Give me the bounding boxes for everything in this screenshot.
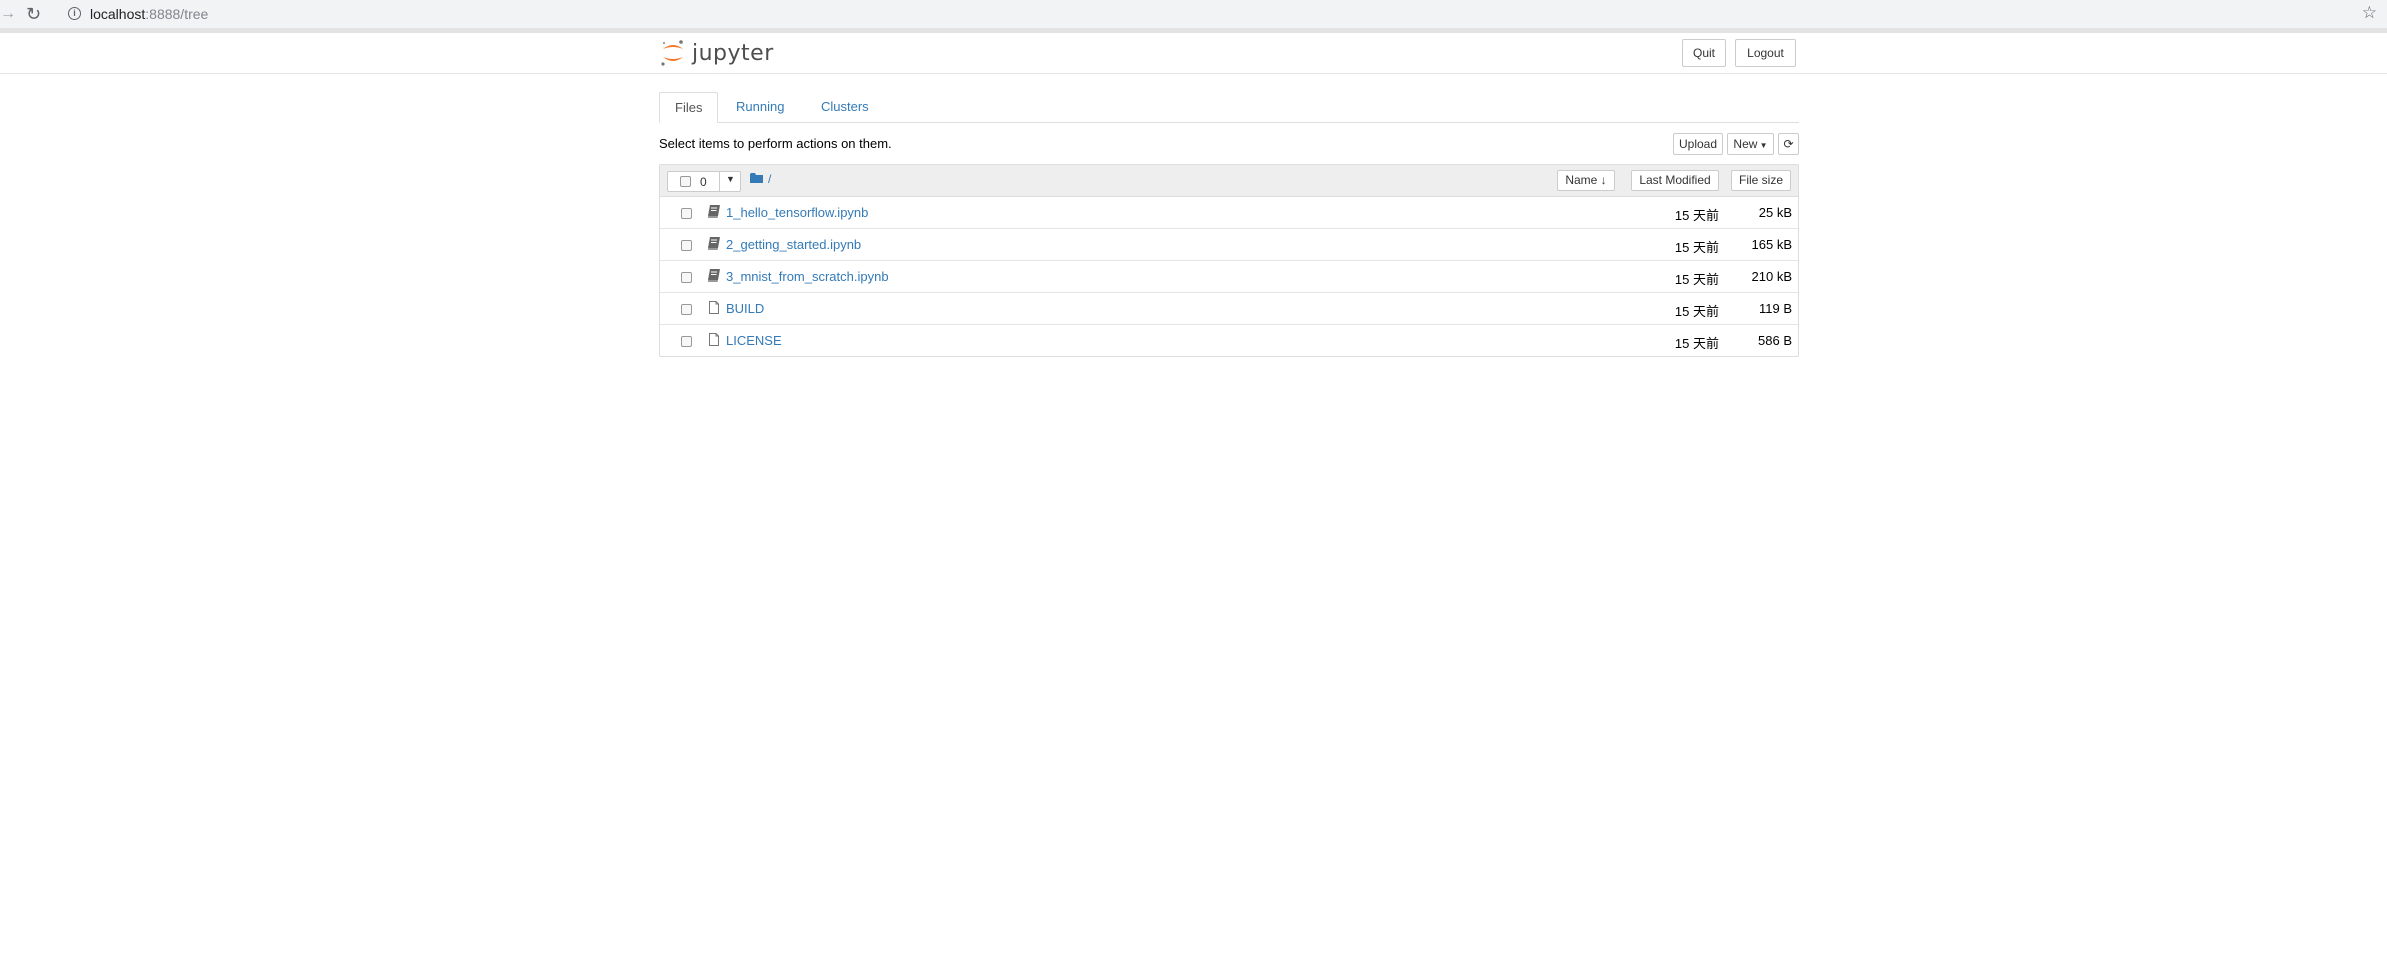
sort-name-label: Name [1565, 173, 1598, 187]
item-size: 165 kB [1751, 237, 1792, 252]
file-list: 0 ▼ / Name ↓ Last Modified File size 1_h… [659, 164, 1799, 357]
refresh-icon: ⟳ [1783, 137, 1794, 151]
tab-bar: Files Running Clusters [659, 92, 1799, 123]
list-item: 2_getting_started.ipynb 15 天前 165 kB [660, 229, 1798, 261]
new-dropdown-button[interactable]: New ▼ [1727, 133, 1774, 155]
browser-toolbar: → ↻ i localhost:8888/tree ☆ [0, 0, 2387, 29]
reload-icon[interactable]: ↻ [26, 3, 46, 25]
item-modified: 15 天前 [1674, 336, 1719, 351]
folder-icon[interactable] [750, 173, 763, 183]
notebook-icon [708, 205, 720, 218]
item-size: 119 B [1758, 301, 1792, 316]
item-size: 586 B [1758, 333, 1792, 348]
tab-running[interactable]: Running [721, 92, 799, 122]
logo-text: jupyter [692, 40, 774, 66]
url-host: localhost [90, 6, 146, 22]
list-item: 1_hello_tensorflow.ipynb 15 天前 25 kB [660, 197, 1798, 229]
item-name-link[interactable]: 3_mnist_from_scratch.ipynb [726, 269, 889, 284]
item-name-link[interactable]: LICENSE [726, 333, 782, 348]
quit-button[interactable]: Quit [1682, 39, 1726, 67]
logout-button[interactable]: Logout [1735, 39, 1796, 67]
url-text: localhost:8888/tree [90, 6, 208, 22]
sort-by-size-button[interactable]: File size [1731, 170, 1791, 191]
jupyter-logo-icon [661, 40, 683, 66]
sort-by-name-button[interactable]: Name ↓ [1557, 170, 1615, 191]
file-icon [709, 301, 719, 314]
item-checkbox[interactable] [681, 208, 692, 219]
info-icon[interactable]: i [68, 7, 81, 20]
caret-down-icon[interactable]: ▼ [726, 174, 735, 184]
jupyter-logo[interactable]: jupyter [660, 36, 774, 70]
refresh-button[interactable]: ⟳ [1778, 133, 1799, 155]
caret-down-icon: ▼ [1757, 141, 1768, 150]
tab-clusters[interactable]: Clusters [806, 92, 884, 122]
item-checkbox[interactable] [681, 272, 692, 283]
list-header: 0 ▼ / Name ↓ Last Modified File size [660, 165, 1798, 197]
divider [719, 172, 720, 191]
list-item: 3_mnist_from_scratch.ipynb 15 天前 210 kB [660, 261, 1798, 293]
item-size: 25 kB [1758, 205, 1792, 220]
item-name-link[interactable]: 1_hello_tensorflow.ipynb [726, 205, 868, 220]
list-item: LICENSE 15 天前 586 B [660, 325, 1798, 357]
url-path: :8888/tree [145, 6, 209, 22]
item-checkbox[interactable] [681, 336, 692, 347]
select-all-dropdown[interactable]: 0 ▼ [667, 171, 741, 192]
item-name-link[interactable]: 2_getting_started.ipynb [726, 237, 861, 252]
sort-by-modified-button[interactable]: Last Modified [1631, 170, 1719, 191]
item-modified: 15 天前 [1674, 240, 1719, 255]
notebook-icon [708, 237, 720, 250]
notebook-icon [708, 269, 720, 282]
item-modified: 15 天前 [1674, 208, 1719, 223]
new-label: New [1733, 137, 1758, 151]
file-icon [709, 333, 719, 346]
item-name-link[interactable]: BUILD [726, 301, 764, 316]
selected-count: 0 [700, 175, 707, 189]
forward-arrow-icon[interactable]: → [0, 5, 16, 23]
item-modified: 15 天前 [1674, 304, 1719, 319]
instruction-text: Select items to perform actions on them. [659, 136, 892, 151]
arrow-down-icon: ↓ [1597, 173, 1607, 187]
breadcrumb-root[interactable]: / [768, 172, 771, 186]
bookmark-star-icon[interactable]: ☆ [2362, 3, 2377, 23]
list-item: BUILD 15 天前 119 B [660, 293, 1798, 325]
jupyter-header: jupyter Quit Logout [0, 33, 2387, 74]
address-bar[interactable]: i localhost:8888/tree [56, 2, 2356, 26]
item-checkbox[interactable] [681, 304, 692, 315]
tab-files[interactable]: Files [659, 92, 719, 123]
select-all-checkbox[interactable] [680, 176, 691, 187]
upload-button[interactable]: Upload [1673, 133, 1723, 155]
item-size: 210 kB [1751, 269, 1792, 284]
item-checkbox[interactable] [681, 240, 692, 251]
item-modified: 15 天前 [1674, 272, 1719, 287]
